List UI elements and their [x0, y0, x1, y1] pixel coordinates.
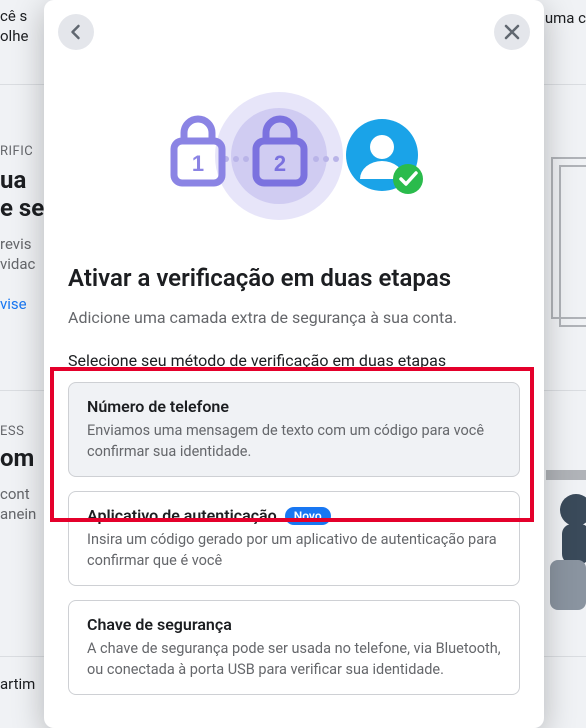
option-desc: A chave de segurança pode ser usada no t… — [87, 638, 501, 680]
bg-illustration-frame — [546, 150, 586, 340]
modal-title: Ativar a verificação em duas etapas — [68, 264, 520, 292]
bg-text: anein — [0, 504, 36, 525]
bg-text: cê s — [0, 6, 27, 27]
new-badge: Novo — [285, 507, 331, 525]
modal-header — [44, 0, 544, 56]
two-factor-modal: 1 2 Ativar a verificação em duas etapas … — [44, 0, 544, 728]
option-title: Número de telefone — [87, 397, 501, 416]
back-button[interactable] — [58, 14, 94, 50]
option-phone-number[interactable]: Número de telefone Enviamos uma mensagem… — [68, 382, 520, 477]
bg-text: olhe — [0, 26, 28, 47]
bg-text: cont — [0, 484, 30, 505]
option-desc: Enviamos uma mensagem de texto com um có… — [87, 420, 501, 462]
option-auth-app[interactable]: Aplicativo de autenticação Novo Insira u… — [68, 491, 520, 586]
bg-text: revis — [0, 234, 31, 255]
close-icon — [502, 22, 522, 42]
option-desc: Insira um código gerado por um aplicativ… — [87, 529, 501, 571]
close-button[interactable] — [494, 14, 530, 50]
modal-subtitle: Adicione uma camada extra de segurança à… — [68, 308, 520, 327]
bg-title: e se — [0, 194, 44, 222]
bg-link[interactable]: vise — [0, 294, 27, 315]
bg-title: ua — [0, 166, 26, 194]
option-title-text: Número de telefone — [87, 397, 229, 416]
bg-illustration-person — [546, 430, 586, 660]
bg-text: artim — [0, 674, 35, 695]
modal-body: Ativar a verificação em duas etapas Adic… — [44, 256, 544, 695]
section-label: Selecione seu método de verificação em d… — [68, 351, 520, 370]
option-title-text: Chave de segurança — [87, 615, 232, 634]
bg-label: ESS — [0, 424, 24, 439]
option-title-text: Aplicativo de autenticação — [87, 506, 277, 525]
two-factor-graphic: 1 2 — [44, 56, 544, 256]
option-security-key[interactable]: Chave de segurança A chave de segurança … — [68, 600, 520, 695]
bg-text: uma c — [545, 8, 586, 29]
svg-text:1: 1 — [192, 151, 204, 176]
svg-text:2: 2 — [274, 151, 286, 176]
chevron-left-icon — [66, 22, 86, 42]
option-title: Chave de segurança — [87, 615, 501, 634]
bg-title: om — [0, 444, 34, 472]
option-title: Aplicativo de autenticação Novo — [87, 506, 501, 525]
bg-text: vidac — [0, 254, 35, 275]
bg-label: RIFIC — [0, 144, 33, 159]
